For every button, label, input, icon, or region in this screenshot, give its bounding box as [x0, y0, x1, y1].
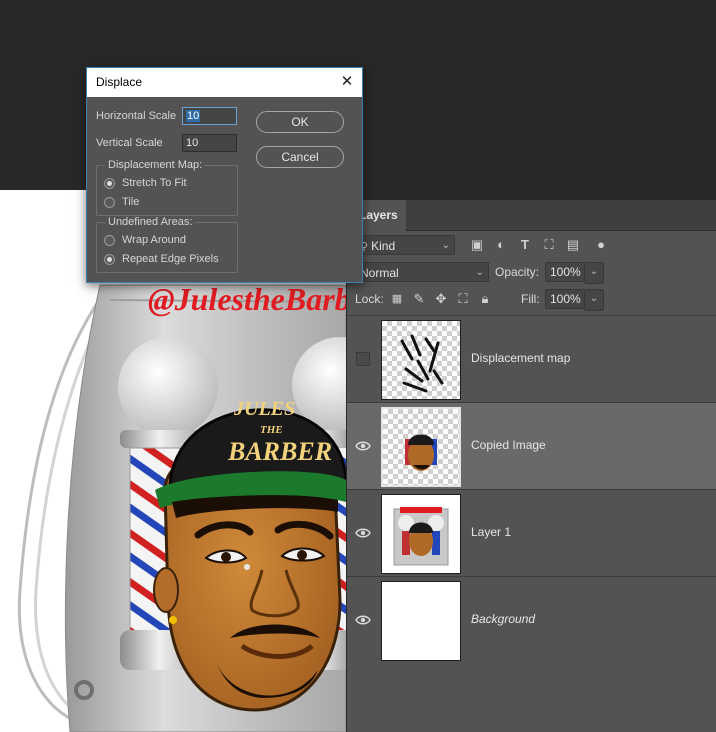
opacity-field[interactable]: 100% ⌄ — [545, 262, 604, 284]
horizontal-scale-value: 10 — [186, 110, 201, 122]
fill-value: 100% — [550, 292, 581, 306]
wrap-around-radio[interactable] — [104, 235, 115, 246]
lock-label: Lock: — [355, 292, 384, 306]
cap-text-2: THE — [260, 424, 283, 436]
wrap-around-label[interactable]: Wrap Around — [122, 234, 186, 247]
tile-label[interactable]: Tile — [122, 196, 139, 209]
adjustment-layer-filter-icon[interactable]: ◐ — [493, 237, 509, 253]
repeat-edge-pixels-radio[interactable] — [104, 254, 115, 265]
lock-position-icon[interactable]: ✥ — [433, 291, 449, 307]
copied-image-thumbnail — [405, 434, 437, 471]
layers-panel: Layers ⚲ Kind ⌄ ▣ ◐ T ⛶ ▤ ● Normal ⌄ Opa… — [346, 200, 716, 732]
ok-button[interactable]: OK — [256, 111, 344, 133]
chevron-down-icon[interactable]: ⌄ — [584, 262, 604, 284]
lock-artboard-icon[interactable]: ⛶ — [455, 291, 471, 307]
lock-transparent-pixels-icon[interactable]: ▦ — [389, 291, 405, 307]
dialog-titlebar[interactable]: Displace ✕ — [87, 68, 362, 97]
dialog-title: Displace — [96, 75, 143, 89]
close-icon[interactable]: ✕ — [338, 73, 356, 91]
fill-label: Fill: — [521, 292, 540, 306]
layer-row-displacement-map[interactable]: Displacement map — [347, 315, 716, 402]
layer-row-layer-1[interactable]: Layer 1 — [347, 489, 716, 576]
displacement-map-legend: Displacement Map: — [108, 159, 203, 171]
lock-row: Lock: ▦ ✎ ✥ ⛶ 🔒︎ Fill: 100% ⌄ — [347, 288, 716, 312]
handle-text: @JulestheBarber — [148, 281, 346, 317]
stretch-to-fit-radio[interactable] — [104, 178, 115, 189]
layer-1-thumbnail — [393, 507, 449, 566]
layer-thumbnail — [381, 407, 461, 487]
filter-kind-select[interactable]: ⚲ Kind ⌄ — [353, 235, 455, 255]
layer-name: Layer 1 — [471, 525, 512, 539]
eye-icon[interactable] — [355, 438, 371, 454]
eye-icon[interactable] — [355, 612, 371, 628]
layer-thumbnail — [381, 581, 461, 661]
layer-name: Copied Image — [471, 438, 546, 452]
cap-text-1: JULES — [233, 398, 295, 420]
vertical-scale-value: 10 — [186, 137, 199, 149]
layer-thumbnail — [381, 494, 461, 574]
horizontal-scale-label: Horizontal Scale — [96, 110, 177, 122]
chevron-down-icon: ⌄ — [441, 240, 450, 251]
lock-image-pixels-icon[interactable]: ✎ — [411, 291, 427, 307]
displacement-map-thumbnail — [400, 334, 444, 393]
opacity-label: Opacity: — [495, 265, 540, 279]
chevron-down-icon: ⌄ — [475, 267, 484, 278]
stretch-to-fit-label[interactable]: Stretch To Fit — [122, 177, 187, 190]
vertical-scale-label: Vertical Scale — [96, 137, 163, 149]
smart-object-filter-icon[interactable]: ▤ — [565, 237, 581, 253]
chevron-down-icon[interactable]: ⌄ — [584, 289, 604, 311]
filter-row: ⚲ Kind ⌄ ▣ ◐ T ⛶ ▤ ● — [347, 234, 716, 258]
displace-dialog: Displace ✕ Horizontal Scale 10 Vertical … — [86, 67, 363, 283]
layer-row-copied-image[interactable]: Copied Image — [347, 402, 716, 489]
panel-tab-strip: Layers — [347, 200, 716, 231]
cap-text-3: BARBER — [227, 437, 332, 466]
type-layer-filter-icon[interactable]: T — [517, 237, 533, 253]
blend-mode-label: Normal — [360, 266, 399, 280]
cancel-button[interactable]: Cancel — [256, 146, 344, 168]
opacity-value: 100% — [550, 265, 581, 279]
eye-icon[interactable] — [355, 525, 371, 541]
undefined-areas-legend: Undefined Areas: — [108, 216, 193, 228]
blend-row: Normal ⌄ Opacity: 100% ⌄ — [347, 261, 716, 285]
blend-mode-select[interactable]: Normal ⌄ — [353, 262, 489, 282]
filter-toggle-icon[interactable]: ● — [593, 237, 609, 253]
lock-all-icon[interactable]: 🔒︎ — [477, 291, 493, 307]
shape-layer-filter-icon[interactable]: ⛶ — [541, 237, 557, 253]
layer-name: Background — [471, 612, 536, 626]
horizontal-scale-input[interactable]: 10 — [182, 107, 237, 125]
filter-kind-label: Kind — [371, 239, 396, 253]
layer-row-background[interactable]: Background — [347, 576, 716, 663]
vertical-scale-input[interactable]: 10 — [182, 134, 237, 152]
pixel-layer-filter-icon[interactable]: ▣ — [469, 237, 485, 253]
layer-name: Displacement map — [471, 351, 571, 365]
tile-radio[interactable] — [104, 197, 115, 208]
visibility-toggle-off[interactable] — [356, 352, 370, 366]
layer-thumbnail — [381, 320, 461, 400]
repeat-edge-pixels-label[interactable]: Repeat Edge Pixels — [122, 253, 219, 266]
fill-field[interactable]: 100% ⌄ — [545, 289, 604, 311]
